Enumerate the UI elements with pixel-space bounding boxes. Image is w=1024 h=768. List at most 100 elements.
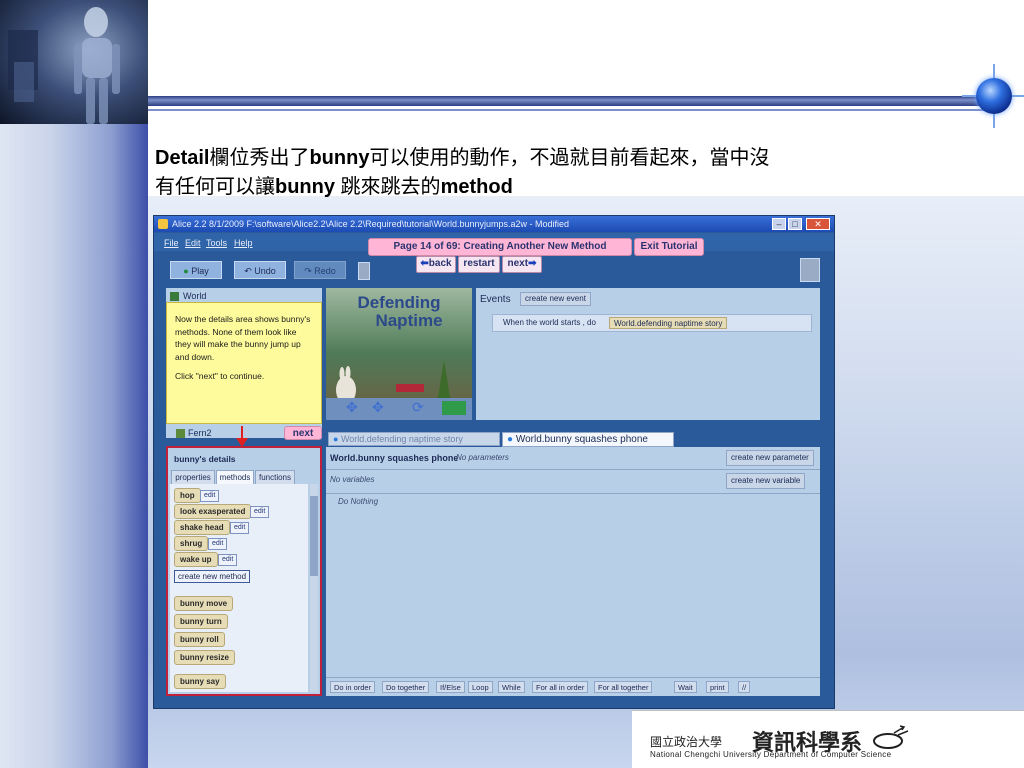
method-hop[interactable]: hop [174, 488, 201, 503]
for-all-in-order-tile[interactable]: For all in order [532, 681, 589, 693]
header-divider [148, 96, 984, 106]
methods-scrollbar[interactable] [310, 484, 318, 692]
scene-title-line-1: Defending [357, 293, 441, 312]
camera-move-icon[interactable]: ✥ [346, 399, 358, 416]
play-icon: ● [183, 266, 189, 276]
event-do-value[interactable]: World.defending naptime story [609, 317, 728, 329]
world-label: World [183, 291, 207, 301]
footer-logo-area: 國立政治大學 資訊科學系 National Chengchi Universit… [632, 710, 1024, 768]
methods-scroll-thumb[interactable] [310, 496, 318, 576]
comment-tile[interactable]: // [738, 681, 751, 693]
for-all-together-tile[interactable]: For all together [594, 681, 653, 693]
redo-label: Redo [314, 266, 336, 276]
tab-label: World.defending naptime story [340, 434, 463, 444]
edit-hop-button[interactable]: edit [200, 490, 220, 502]
app-titlebar: Alice 2.2 8/1/2009 F:\software\Alice2.2\… [154, 216, 834, 232]
do-together-tile[interactable]: Do together [382, 681, 430, 693]
undo-button[interactable]: ↶ Undo [234, 261, 286, 279]
tab-defending-naptime-story[interactable]: ● World.defending naptime story [328, 432, 500, 446]
while-tile[interactable]: While [498, 681, 525, 693]
events-label: Events [480, 294, 511, 305]
builtin-bunny-roll[interactable]: bunny roll [174, 632, 225, 647]
method-editor: World.bunny squashes phone No parameters… [326, 447, 820, 677]
redo-button[interactable]: ↷ Redo [294, 261, 346, 279]
tutorial-back-button[interactable]: ⬅back [416, 256, 456, 273]
header-divider-thin [148, 109, 984, 111]
builtin-bunny-say[interactable]: bunny say [174, 674, 226, 689]
next-arrow-icon: ➡ [528, 258, 537, 269]
method-tab-icon: ● [333, 434, 339, 444]
builtin-bunny-turn[interactable]: bunny turn [174, 614, 228, 629]
editor-divider [326, 469, 820, 470]
if-else-tile[interactable]: If/Else [436, 681, 465, 693]
details-panel: bunny's details properties methods funct… [166, 446, 322, 696]
wait-tile[interactable]: Wait [674, 681, 697, 693]
window-title: Alice 2.2 8/1/2009 F:\software\Alice2.2\… [172, 219, 570, 229]
add-objects-icon[interactable] [442, 401, 466, 415]
tab-methods[interactable]: methods [216, 470, 254, 485]
trash-icon[interactable] [358, 262, 370, 280]
create-new-event-button[interactable]: create new event [520, 292, 591, 306]
camera-tilt-icon[interactable]: ⟳ [412, 399, 424, 416]
builtin-bunny-move[interactable]: bunny move [174, 596, 234, 611]
edit-wake-up-button[interactable]: edit [218, 554, 238, 566]
redo-icon: ↷ [304, 266, 312, 276]
print-tile[interactable]: print [706, 681, 729, 693]
method-shrug[interactable]: shrug [174, 536, 209, 551]
no-parameters-label: No parameters [456, 453, 509, 462]
slide-title-line-1: Detail欄位秀出了bunny可以使用的動作，不過就目前看起來，當中沒 [155, 147, 770, 169]
event-trigger-text: When the world starts , do [503, 318, 596, 327]
clipboard-icon[interactable] [800, 258, 820, 282]
callout-instruction: Click "next" to continue. [175, 371, 265, 381]
undo-label: Undo [254, 266, 276, 276]
object-tree-fern[interactable]: Fern2 [176, 428, 212, 439]
maximize-button[interactable]: □ [788, 218, 802, 230]
minimize-button[interactable]: – [772, 218, 786, 230]
back-arrow-icon: ⬅ [420, 258, 429, 269]
dept-name-en: National Chengchi University Department … [650, 750, 892, 759]
menu-file[interactable]: File [164, 238, 179, 248]
tab-label: World.bunny squashes phone [515, 434, 648, 445]
play-label: Play [191, 266, 209, 276]
camera-controls: ✥ ✥ ⟳ [326, 398, 472, 420]
create-new-method-button[interactable]: create new method [174, 570, 251, 583]
tab-functions[interactable]: functions [255, 470, 295, 485]
tutorial-next-button[interactable]: next➡ [502, 256, 542, 273]
play-button[interactable]: ● Play [170, 261, 222, 279]
undo-icon: ↶ [244, 266, 252, 276]
tutorial-page-label: Page 14 of 69: Creating Another New Meth… [368, 238, 632, 256]
alice-app-window: Alice 2.2 8/1/2009 F:\software\Alice2.2\… [153, 215, 835, 709]
method-wake-up[interactable]: wake up [174, 552, 218, 567]
tab-properties[interactable]: properties [171, 470, 215, 485]
tutorial-restart-button[interactable]: restart [458, 256, 500, 273]
edit-look-exasperated-button[interactable]: edit [250, 506, 270, 518]
builtin-bunny-resize[interactable]: bunny resize [174, 650, 235, 665]
tutorial-callout: Now the details area shows bunny's metho… [166, 302, 322, 424]
slide: Detail欄位秀出了bunny可以使用的動作，不過就目前看起來，當中沒 有任何… [0, 0, 1024, 768]
callout-text: Now the details area shows bunny's metho… [175, 314, 311, 362]
edit-shrug-button[interactable]: edit [208, 538, 228, 550]
object-tree-world[interactable]: World [170, 291, 207, 302]
method-look-exasperated[interactable]: look exasperated [174, 504, 252, 519]
close-button[interactable]: ✕ [806, 218, 830, 230]
menu-tools[interactable]: Tools [206, 238, 227, 248]
callout-next-button[interactable]: next [284, 426, 322, 440]
do-in-order-tile[interactable]: Do in order [330, 681, 376, 693]
details-title: bunny's details [174, 454, 236, 464]
slide-title-line-2: 有任何可以讓bunny 跳來跳去的method [155, 176, 513, 198]
do-nothing-label: Do Nothing [338, 497, 379, 506]
camera-pan-icon[interactable]: ✥ [372, 399, 384, 416]
fern-icon [176, 429, 185, 439]
exit-tutorial-button[interactable]: Exit Tutorial [634, 238, 704, 256]
create-new-parameter-button[interactable]: create new parameter [726, 450, 814, 466]
edit-shake-head-button[interactable]: edit [230, 522, 250, 534]
events-panel [476, 288, 820, 420]
back-label: back [428, 258, 452, 269]
menu-edit[interactable]: Edit [185, 238, 201, 248]
menu-help[interactable]: Help [234, 238, 253, 248]
loop-tile[interactable]: Loop [468, 681, 493, 693]
method-title: World.bunny squashes phone [330, 453, 459, 463]
create-new-variable-button[interactable]: create new variable [726, 473, 806, 489]
method-shake-head[interactable]: shake head [174, 520, 230, 535]
tab-bunny-squashes-phone[interactable]: ● World.bunny squashes phone [502, 432, 674, 447]
